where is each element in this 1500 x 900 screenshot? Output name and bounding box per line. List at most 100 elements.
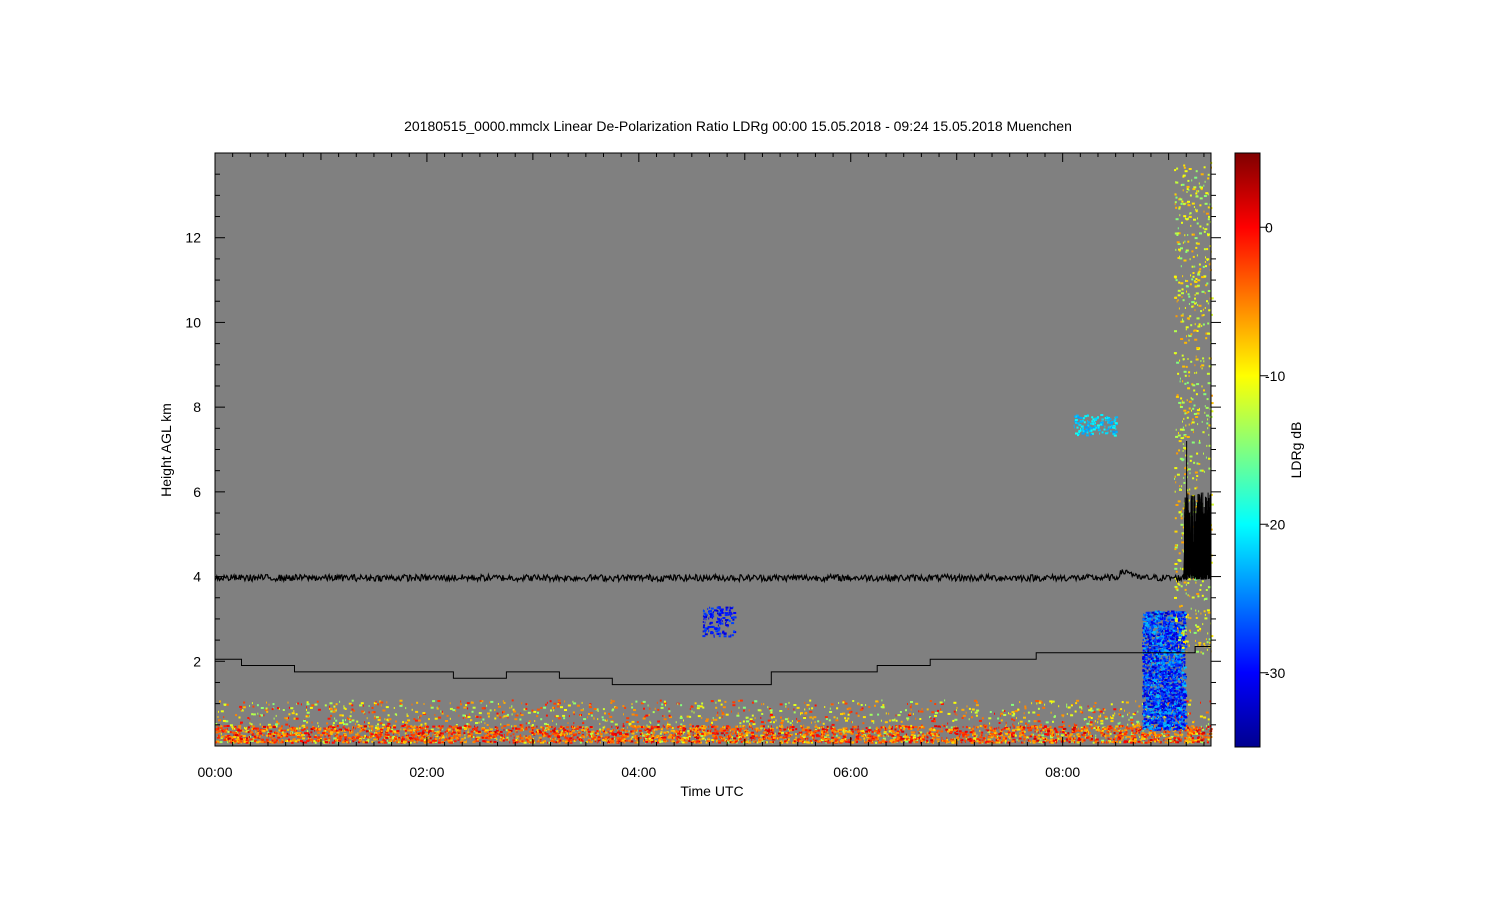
echo-pixel — [504, 736, 505, 739]
echo-pixel — [597, 710, 599, 712]
echo-pixel — [235, 727, 237, 730]
echo-pixel — [259, 715, 261, 718]
echo-pixel — [349, 721, 352, 723]
echo-pixel — [677, 703, 679, 706]
echo-pixel — [1095, 728, 1098, 731]
echo-pixel — [414, 725, 416, 728]
echo-pixel — [874, 736, 878, 739]
echo-pixel — [1016, 738, 1018, 741]
echo-pixel — [1193, 732, 1195, 735]
echo-pixel — [1075, 730, 1077, 732]
echo-pixel — [1007, 735, 1011, 738]
echo-pixel — [328, 739, 330, 742]
echo-pixel — [1118, 732, 1122, 735]
echo-pixel — [281, 739, 283, 742]
echo-pixel — [329, 725, 333, 728]
echo-pixel — [1040, 730, 1042, 732]
echo-pixel — [941, 728, 943, 731]
echo-pixel — [306, 706, 307, 709]
echo-pixel — [1008, 712, 1009, 715]
echo-pixel — [312, 727, 316, 730]
echo-pixel — [382, 723, 386, 726]
echo-pixel — [351, 719, 355, 722]
echo-pixel — [1115, 725, 1119, 728]
echo-pixel — [1082, 734, 1086, 737]
echo-pixel — [1122, 736, 1124, 739]
echo-pixel — [1018, 735, 1021, 737]
echo-pixel — [748, 709, 750, 712]
echo-pixel — [806, 737, 809, 740]
echo-pixel — [458, 714, 460, 717]
echo-pixel — [663, 738, 667, 741]
echo-pixel — [1028, 729, 1030, 732]
echo-pixel — [407, 719, 411, 722]
echo-pixel — [908, 726, 911, 729]
echo-pixel — [663, 718, 667, 721]
echo-pixel — [1001, 709, 1004, 712]
echo-pixel — [552, 729, 556, 732]
echo-pixel — [1103, 728, 1107, 731]
echo-pixel — [722, 630, 725, 633]
echo-pixel — [333, 729, 336, 732]
echo-pixel — [437, 741, 441, 744]
echo-pixel — [776, 737, 778, 740]
echo-pixel — [632, 732, 635, 735]
echo-pixel — [222, 719, 226, 722]
echo-pixel — [241, 709, 243, 711]
echo-pixel — [736, 714, 740, 717]
echo-pixel — [249, 729, 251, 732]
echo-pixel — [272, 726, 276, 729]
echo-pixel — [481, 736, 484, 739]
echo-pixel — [1144, 741, 1148, 744]
echo-pixel — [659, 741, 662, 744]
echo-pixel — [575, 727, 579, 730]
echo-pixel — [737, 728, 740, 731]
echo-pixel — [714, 718, 718, 721]
echo-pixel — [994, 712, 995, 715]
echo-pixel — [251, 725, 255, 728]
echo-pixel — [1121, 733, 1124, 735]
echo-pixel — [489, 701, 491, 704]
echo-pixel — [426, 735, 427, 738]
echo-pixel — [280, 741, 283, 744]
echo-pixel — [1036, 714, 1040, 716]
echo-pixel — [696, 737, 699, 740]
echo-pixel — [979, 725, 982, 727]
echo-pixel — [881, 739, 885, 742]
echo-pixel — [1058, 731, 1060, 734]
echo-pixel — [863, 731, 865, 733]
echo-pixel — [755, 729, 757, 732]
echo-pixel — [559, 730, 561, 733]
echo-pixel — [669, 731, 671, 734]
echo-pixel — [439, 727, 443, 730]
echo-pixel — [252, 731, 253, 734]
echo-pixel — [1113, 728, 1114, 731]
echo-pixel — [804, 712, 808, 715]
echo-pixel — [489, 709, 492, 712]
echo-pixel — [718, 622, 720, 624]
echo-pixel — [1123, 741, 1127, 744]
echo-pixel — [1079, 730, 1081, 732]
echo-pixel — [545, 703, 547, 706]
echo-pixel — [688, 740, 691, 742]
echo-pixel — [966, 705, 968, 708]
echo-pixel — [531, 709, 534, 712]
echo-pixel — [857, 735, 860, 737]
echo-pixel — [1109, 727, 1113, 730]
echo-pixel — [306, 726, 309, 729]
echo-pixel — [302, 724, 306, 727]
echo-pixel — [760, 738, 762, 741]
echo-pixel — [311, 733, 313, 736]
echo-pixel — [1160, 734, 1163, 737]
echo-pixel — [557, 703, 560, 705]
echo-pixel — [288, 725, 290, 728]
echo-pixel — [1184, 729, 1187, 732]
echo-pixel — [1031, 702, 1033, 705]
echo-pixel — [767, 719, 771, 722]
echo-pixel — [709, 622, 712, 625]
echo-pixel — [870, 739, 873, 742]
echo-pixel — [722, 706, 726, 709]
echo-pixel — [430, 704, 432, 707]
echo-pixel — [242, 741, 244, 744]
echo-pixel — [512, 739, 516, 742]
